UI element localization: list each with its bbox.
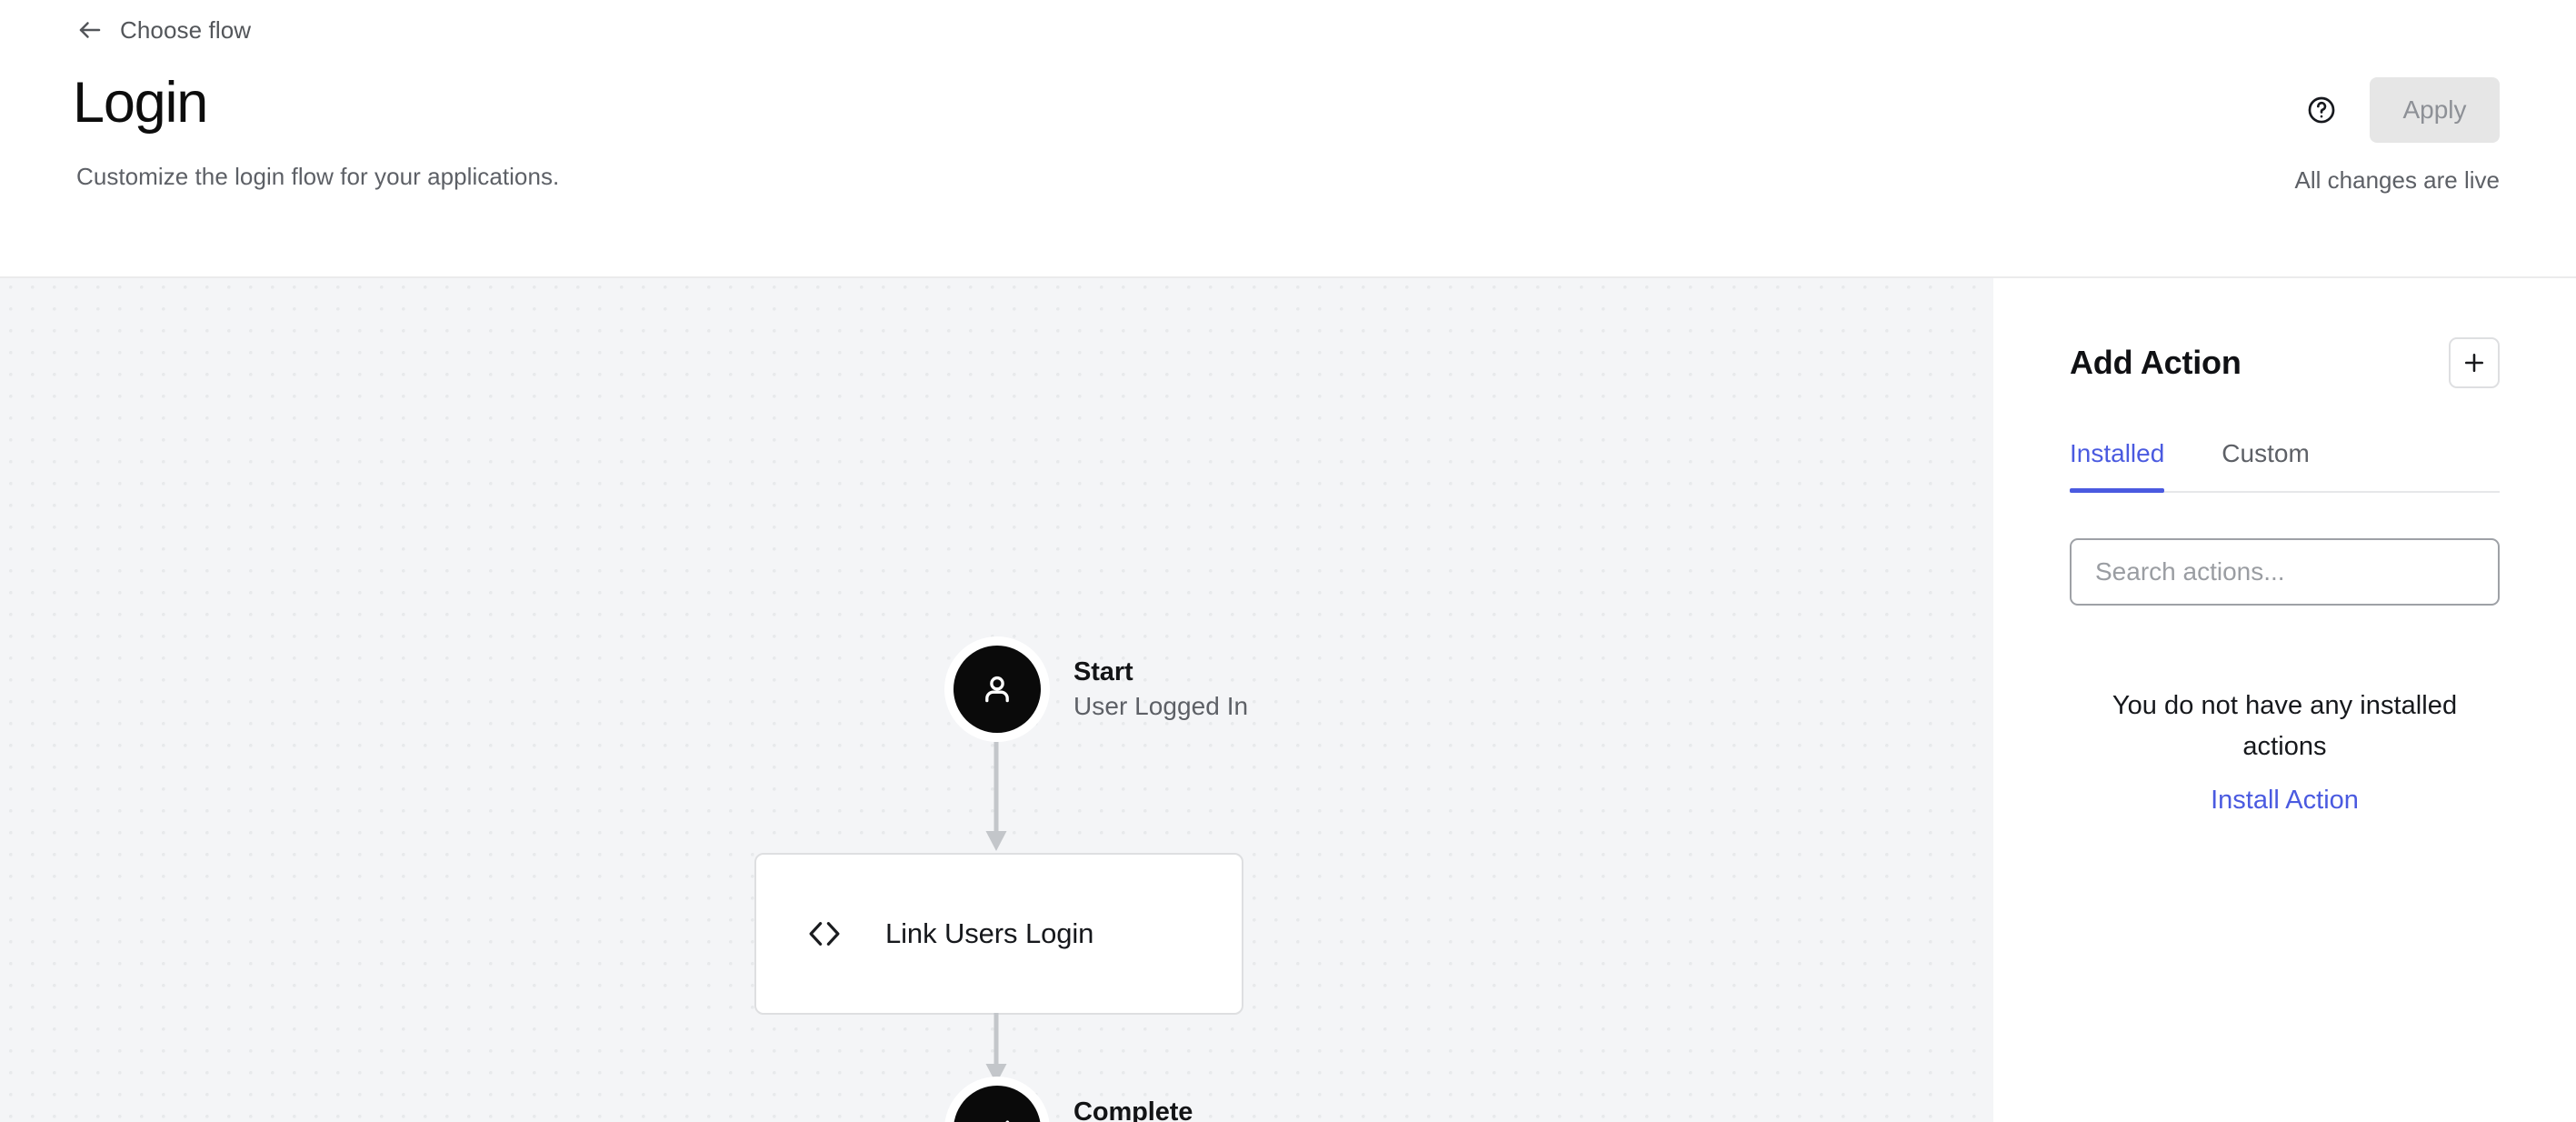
back-link-label: Choose flow bbox=[120, 16, 252, 44]
apply-button[interactable]: Apply bbox=[2370, 77, 2500, 143]
panel-header: Add Action bbox=[2070, 335, 2500, 391]
help-circle-icon bbox=[2306, 95, 2337, 125]
flow-canvas[interactable]: Start User Logged In Link Users Login Co… bbox=[0, 278, 1993, 1122]
start-node-circle bbox=[954, 646, 1041, 733]
empty-state: You do not have any installed actions In… bbox=[2070, 686, 2500, 816]
panel-title: Add Action bbox=[2070, 344, 2242, 381]
search-container bbox=[2070, 538, 2500, 606]
connector-action-to-complete bbox=[983, 1013, 1009, 1086]
tab-custom[interactable]: Custom bbox=[2222, 438, 2309, 491]
panel-tabs: Installed Custom bbox=[2070, 438, 2500, 493]
flow-action-card-label: Link Users Login bbox=[885, 917, 1094, 949]
plus-icon bbox=[2461, 350, 2487, 376]
page-subtitle: Customize the login flow for your applic… bbox=[76, 163, 560, 190]
user-icon bbox=[978, 670, 1016, 708]
empty-state-message: You do not have any installed actions bbox=[2112, 691, 2458, 761]
search-actions-input[interactable] bbox=[2070, 538, 2500, 606]
flow-editor-app: Choose flow Login Customize the login fl… bbox=[0, 0, 2576, 1122]
page-title: Login bbox=[73, 71, 208, 135]
flow-action-card[interactable]: Link Users Login bbox=[754, 853, 1243, 1015]
complete-node-text: Complete Token Issued bbox=[1073, 1096, 1224, 1122]
start-node-subtitle: User Logged In bbox=[1073, 692, 1249, 720]
flow-node-complete[interactable]: Complete Token Issued bbox=[944, 1077, 1224, 1122]
editor-body: Start User Logged In Link Users Login Co… bbox=[0, 278, 2576, 1122]
flow-node-start[interactable]: Start User Logged In bbox=[944, 636, 1248, 742]
flow-graph: Start User Logged In Link Users Login Co… bbox=[0, 278, 1993, 1122]
add-action-button[interactable] bbox=[2449, 337, 2500, 388]
complete-node-title: Complete bbox=[1073, 1097, 1193, 1122]
page-header: Choose flow Login Customize the login fl… bbox=[0, 0, 2576, 278]
header-actions: Apply bbox=[2302, 77, 2500, 143]
start-node-text: Start User Logged In bbox=[1073, 656, 1248, 723]
changes-status-text: All changes are live bbox=[2294, 166, 2500, 194]
start-node-ring bbox=[944, 636, 1050, 742]
connector-start-to-action bbox=[983, 742, 1009, 855]
code-brackets-icon bbox=[805, 915, 844, 953]
complete-node-ring bbox=[944, 1077, 1050, 1122]
back-to-choose-flow-link[interactable]: Choose flow bbox=[76, 16, 251, 44]
check-icon bbox=[978, 1110, 1016, 1122]
arrow-left-icon bbox=[76, 16, 104, 44]
install-action-link[interactable]: Install Action bbox=[2211, 784, 2359, 816]
help-button[interactable] bbox=[2302, 91, 2341, 129]
tab-installed[interactable]: Installed bbox=[2070, 438, 2165, 493]
add-action-panel: Add Action Installed Custom Search actio… bbox=[1993, 278, 2576, 1122]
start-node-title: Start bbox=[1073, 657, 1133, 686]
complete-node-circle bbox=[954, 1086, 1041, 1122]
